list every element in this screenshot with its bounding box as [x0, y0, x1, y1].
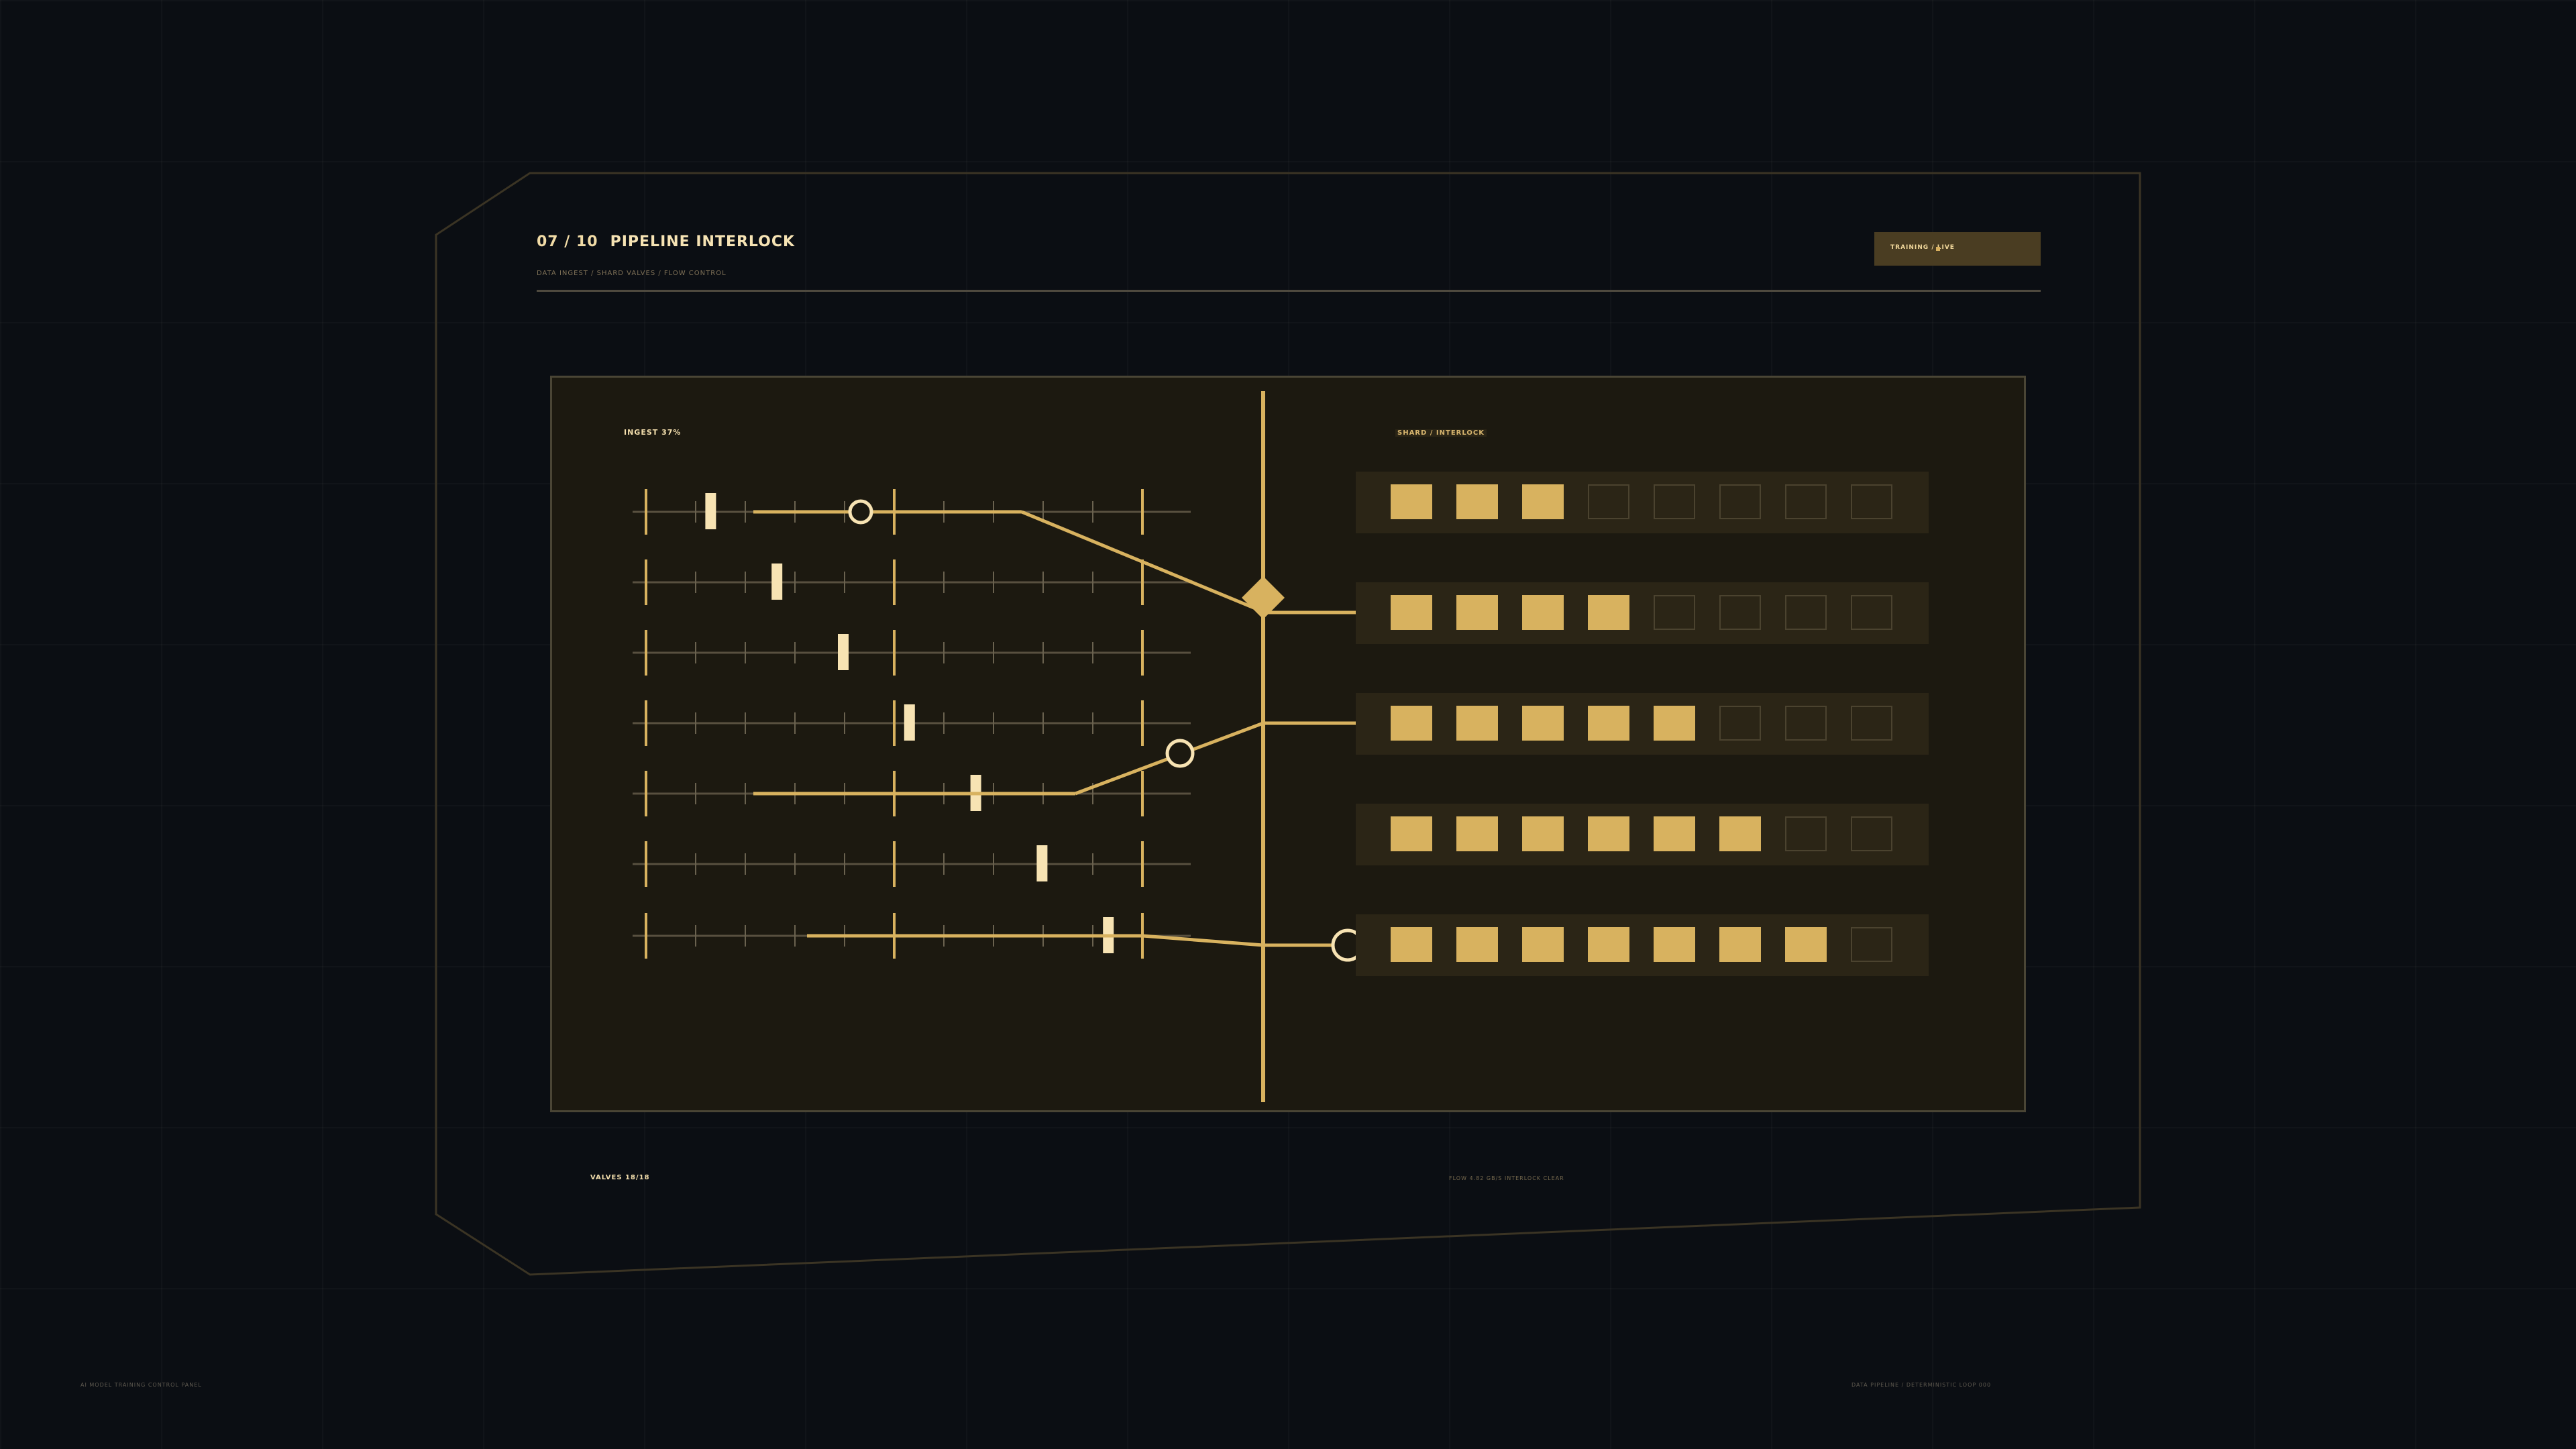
shard-cell-filled	[1391, 706, 1432, 741]
shard-cell-filled	[1522, 816, 1564, 851]
shard-cell-filled	[1654, 816, 1695, 851]
shard-cell-filled	[1391, 595, 1432, 630]
valve-marker	[705, 493, 716, 529]
valve-marker	[838, 634, 849, 670]
valve-marker	[904, 704, 915, 741]
pipeline-panel	[550, 376, 2026, 1112]
shard-cell-filled	[1456, 484, 1498, 519]
shard-cell-filled	[1456, 927, 1498, 962]
page-subtitle: DATA INGEST / SHARD VALVES / FLOW CONTRO…	[537, 270, 727, 277]
valves-count: VALVES 18/18	[590, 1174, 650, 1181]
flow-node-icon	[1165, 739, 1195, 768]
footer-right-note: DATA PIPELINE / DETERMINISTIC LOOP 000	[1851, 1382, 1992, 1388]
valve-marker	[771, 564, 783, 600]
shard-cell-filled	[1456, 595, 1498, 630]
shard-row-bg	[1356, 914, 1929, 976]
shard-row-bg	[1356, 582, 1929, 644]
ingest-label: INGEST 37%	[624, 428, 682, 437]
flow-node-icon	[848, 499, 873, 525]
shard-cell-filled	[1391, 816, 1432, 851]
shard-cell-filled	[1391, 927, 1432, 962]
flow-status: FLOW 4.82 GB/S INTERLOCK CLEAR	[1449, 1175, 1564, 1181]
shard-cell-filled	[1654, 706, 1695, 741]
shard-cell-filled	[1456, 816, 1498, 851]
shard-cell-filled	[1522, 927, 1564, 962]
shard-cell-filled	[1522, 595, 1564, 630]
shard-cell-filled	[1456, 706, 1498, 741]
pipeline-graphic	[633, 391, 1929, 1102]
step-counter: 07 / 10	[537, 233, 598, 250]
shard-cell-filled	[1654, 927, 1695, 962]
shard-cell-filled	[1588, 595, 1629, 630]
shard-cell-filled	[1588, 927, 1629, 962]
status-badge[interactable]: TRAINING / LIVE	[1874, 232, 2041, 266]
valve-marker	[1036, 845, 1048, 881]
shard-cell-filled	[1588, 816, 1629, 851]
shard-cell-filled	[1391, 484, 1432, 519]
title-row: 07 / 10 PIPELINE INTERLOCK	[537, 233, 795, 250]
shard-cell-filled	[1719, 927, 1761, 962]
status-dot-icon	[1936, 247, 1940, 251]
shard-cell-filled	[1588, 706, 1629, 741]
shard-row-bg	[1356, 472, 1929, 533]
footer-left-note: AI MODEL TRAINING CONTROL PANEL	[80, 1382, 202, 1388]
shard-row-bg	[1356, 693, 1929, 755]
page-title: PIPELINE INTERLOCK	[610, 233, 796, 250]
shard-label: SHARD / INTERLOCK	[1395, 429, 1487, 437]
shard-row-bg	[1356, 804, 1929, 865]
shard-cell-filled	[1719, 816, 1761, 851]
shard-cell-filled	[1522, 484, 1564, 519]
shard-cell-filled	[1785, 927, 1827, 962]
status-text: TRAINING / LIVE	[1890, 244, 1955, 251]
header-divider	[537, 290, 2041, 292]
shard-cell-filled	[1522, 706, 1564, 741]
